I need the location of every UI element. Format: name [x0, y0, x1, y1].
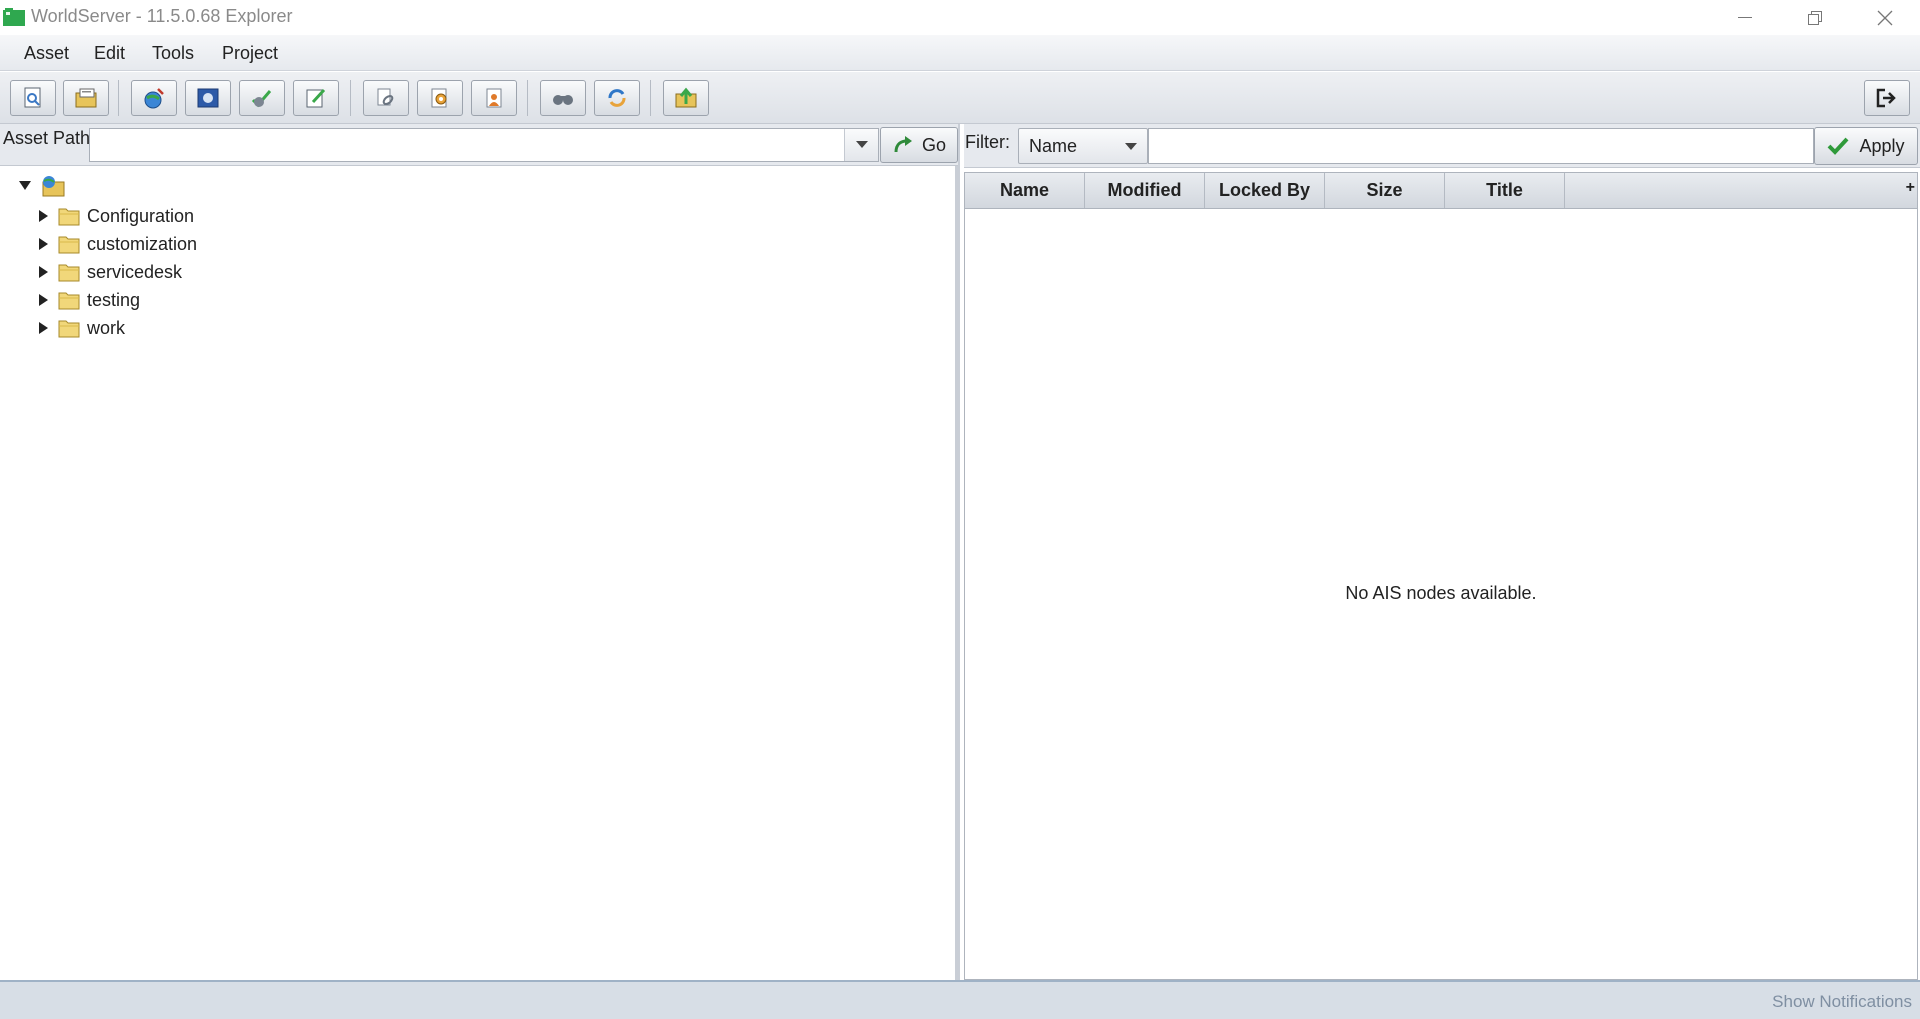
go-button[interactable]: Go — [880, 127, 958, 163]
menu-bar: Asset Edit Tools Project — [0, 35, 1920, 71]
folder-icon — [58, 320, 80, 338]
user-document-icon — [486, 88, 502, 108]
globe-target-icon — [144, 88, 164, 109]
column-header-size[interactable]: Size — [1325, 173, 1445, 208]
binoculars-button[interactable] — [540, 80, 586, 116]
window-title: WorldServer - 11.5.0.68 Explorer — [31, 6, 293, 26]
folder-properties-button[interactable] — [63, 80, 109, 116]
menu-tools[interactable]: Tools — [148, 41, 198, 66]
tree-item-label: Configuration — [87, 205, 195, 226]
filter-bar: Filter: Name Apply — [964, 124, 1920, 168]
refresh-icon — [608, 89, 626, 107]
tree-item-label: servicedesk — [87, 261, 183, 282]
folder-properties-icon — [75, 88, 97, 108]
table-header: Name Modified Locked By Size Title + — [965, 173, 1917, 209]
status-bar: Show Notifications — [0, 980, 1920, 1019]
root-globe-folder-icon — [42, 176, 65, 197]
asset-tree-pane: Asset Path: Go Configuration customizati… — [0, 124, 960, 980]
tree-item[interactable]: Configuration — [36, 202, 194, 230]
folder-icon — [58, 236, 80, 254]
title-bar: WorldServer - 11.5.0.68 Explorer — [0, 0, 1920, 35]
document-preview-button[interactable] — [10, 80, 56, 116]
filter-label: Filter: — [965, 132, 1010, 152]
collapsed-arrow-icon[interactable] — [36, 237, 50, 251]
filter-field-value: Name — [1029, 136, 1078, 156]
globe-target-button[interactable] — [131, 80, 177, 116]
checkmark-icon — [1828, 137, 1849, 155]
minimize-button[interactable] — [1710, 0, 1780, 35]
filter-field-select[interactable]: Name — [1018, 128, 1148, 164]
logout-icon — [1876, 88, 1896, 108]
gear-document-button[interactable] — [417, 80, 463, 116]
go-arrow-icon — [894, 136, 912, 153]
collapsed-arrow-icon[interactable] — [36, 209, 50, 223]
column-header-name[interactable]: Name — [965, 173, 1085, 208]
minimize-icon — [1738, 16, 1752, 18]
app-icon — [3, 8, 25, 26]
restore-icon — [1808, 10, 1822, 25]
tree-item[interactable]: customization — [36, 230, 197, 258]
asset-path-dropdown[interactable] — [844, 129, 878, 161]
asset-table: Name Modified Locked By Size Title + No … — [964, 172, 1918, 980]
link-chain-icon — [377, 88, 394, 106]
apply-button[interactable]: Apply — [1814, 127, 1918, 165]
asset-list-pane: Filter: Name Apply Name Modified Locked … — [964, 124, 1920, 980]
asset-path-input[interactable] — [89, 128, 879, 162]
collapsed-arrow-icon[interactable] — [36, 293, 50, 307]
pencil-note-button[interactable] — [293, 80, 339, 116]
menu-project[interactable]: Project — [218, 41, 282, 66]
close-icon — [1877, 10, 1893, 25]
tree-item[interactable]: testing — [36, 286, 140, 314]
tree-item-label: customization — [87, 233, 198, 254]
link-chain-button[interactable] — [363, 80, 409, 116]
document-preview-icon — [24, 87, 41, 108]
restore-button[interactable] — [1780, 0, 1850, 35]
tree-item-label: work — [87, 317, 126, 338]
chevron-down-icon — [855, 141, 868, 148]
column-header-modified[interactable]: Modified — [1085, 173, 1205, 208]
logout-button[interactable] — [1864, 80, 1910, 116]
binoculars-icon — [553, 95, 573, 105]
folder-icon — [58, 292, 80, 310]
apply-label: Apply — [1859, 135, 1905, 156]
go-label: Go — [921, 134, 946, 155]
column-header-title[interactable]: Title — [1445, 173, 1565, 208]
expanded-arrow-icon[interactable] — [18, 179, 32, 193]
filter-input[interactable] — [1148, 128, 1814, 164]
user-document-button[interactable] — [471, 80, 517, 116]
menu-asset[interactable]: Asset — [20, 41, 73, 66]
tree-item-label: testing — [87, 289, 141, 310]
asset-path-label: Asset Path: — [3, 128, 96, 148]
image-frame-icon — [197, 88, 219, 108]
upload-folder-icon — [675, 87, 697, 108]
check-edit-icon — [251, 90, 272, 108]
tree-root[interactable] — [18, 172, 66, 200]
show-notifications-link[interactable]: Show Notifications — [1772, 992, 1912, 1012]
folder-icon — [58, 208, 80, 226]
folder-icon — [58, 264, 80, 282]
chevron-down-icon — [1125, 143, 1137, 150]
refresh-button[interactable] — [594, 80, 640, 116]
pencil-note-icon — [306, 88, 326, 108]
tree-item[interactable]: work — [36, 314, 125, 342]
column-header-locked-by[interactable]: Locked By — [1205, 173, 1325, 208]
collapsed-arrow-icon[interactable] — [36, 265, 50, 279]
close-button[interactable] — [1850, 0, 1920, 35]
tree-item[interactable]: servicedesk — [36, 258, 182, 286]
empty-table-message: No AIS nodes available. — [1345, 583, 1537, 603]
add-column-button[interactable]: + — [1906, 179, 1915, 197]
collapsed-arrow-icon[interactable] — [36, 321, 50, 335]
toolbar — [0, 72, 1920, 124]
upload-folder-button[interactable] — [663, 80, 709, 116]
menu-edit[interactable]: Edit — [90, 41, 129, 66]
image-frame-button[interactable] — [185, 80, 231, 116]
check-edit-button[interactable] — [239, 80, 285, 116]
asset-path-bar: Asset Path: Go — [0, 124, 958, 166]
gear-document-icon — [431, 88, 447, 108]
